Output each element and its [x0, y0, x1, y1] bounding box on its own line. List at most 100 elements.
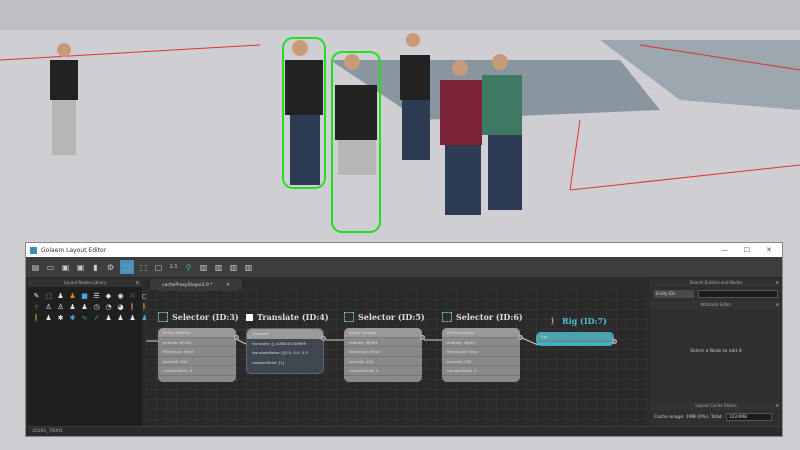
- close-panel-icon[interactable]: ✕: [776, 301, 779, 309]
- node-attribute-row: randomSeed: 0: [442, 366, 520, 376]
- selector-icon: [344, 312, 354, 322]
- close-panel-icon[interactable]: ✕: [136, 279, 139, 287]
- node-attribute-row: filterInput: False: [442, 347, 520, 357]
- frame-all-icon[interactable]: ⬚: [138, 262, 149, 273]
- node-attribute-row: entities: 39001: [442, 338, 520, 347]
- search-type-dropdown[interactable]: Entity IDs: [654, 290, 694, 298]
- node-type-icon[interactable]: ✎: [32, 291, 41, 300]
- node-selector-6[interactable]: Selector (ID:6) Entity Selector entities:…: [442, 311, 523, 382]
- node-graph-canvas[interactable]: cacheProxyShape1 0 * ✕ Selector (ID:3) E…: [146, 279, 648, 426]
- node-type-icon[interactable]: 🚶: [128, 302, 137, 311]
- translate-icon: [246, 313, 253, 321]
- node-rig-7[interactable]: 🚶 Rig (ID:7) Rig: [536, 315, 617, 346]
- save-icon[interactable]: ▣: [60, 262, 71, 273]
- output-port[interactable]: [612, 339, 617, 344]
- save-as-icon[interactable]: ▣: [75, 262, 86, 273]
- search-icon[interactable]: ⚲: [183, 262, 194, 273]
- node-selector-3[interactable]: Selector (ID:3) Entity Selector entities:…: [158, 311, 239, 382]
- node-type-icon[interactable]: ◷: [92, 302, 101, 311]
- node-type-icon[interactable]: ◆: [104, 291, 113, 300]
- node-type-icon[interactable]: ◕: [116, 302, 125, 311]
- node-type-icon[interactable]: ♟: [44, 313, 53, 322]
- window-title: Golaem Layout Editor: [41, 246, 107, 254]
- node-type-icon[interactable]: ☰: [92, 291, 101, 300]
- node-selector-5[interactable]: Selector (ID:5) Entity Selector entities:…: [344, 311, 425, 382]
- node-attribute-row: Selector (ID:6): [456, 312, 523, 322]
- node-type-icon[interactable]: ◉: [116, 291, 125, 300]
- minimize-button[interactable]: —: [721, 246, 728, 254]
- close-panel-icon[interactable]: ✕: [776, 402, 779, 410]
- node-attribute-row: filterInput: False: [158, 347, 236, 357]
- node-type-icon[interactable]: 🚶: [32, 313, 41, 322]
- walking-person-icon: 🚶: [548, 316, 558, 326]
- node-type-icon[interactable]: ♟: [56, 291, 65, 300]
- node-type-icon[interactable]: ♟: [68, 291, 77, 300]
- node-attribute-row: percent: 100: [158, 357, 236, 366]
- settings-gear-icon[interactable]: ⚙: [105, 262, 116, 273]
- delete-icon[interactable]: ▮: [90, 262, 101, 273]
- node-type-icon[interactable]: ◔: [104, 302, 113, 311]
- search-input[interactable]: [698, 290, 778, 298]
- close-panel-icon[interactable]: ✕: [776, 279, 779, 287]
- node-type-icon[interactable]: ■: [80, 291, 89, 300]
- node-attribute-row: Translate: [247, 329, 323, 339]
- cache-total-spinbox[interactable]: 1024MB: [725, 413, 772, 421]
- node-type-icon[interactable]: ♟: [68, 302, 77, 311]
- layout-right-icon[interactable]: ▥: [228, 262, 239, 273]
- layout-left-icon[interactable]: ▥: [198, 262, 209, 273]
- panel-title: Layout Nodes Library: [63, 280, 107, 285]
- node-type-icon[interactable]: ♟: [80, 302, 89, 311]
- node-attribute-row: randomSeed: [1]: [252, 359, 285, 365]
- node-attribute-row: entities: 67001: [158, 338, 236, 347]
- node-translate-4[interactable]: Translate (ID:4) Translate translate: [[-…: [246, 311, 329, 374]
- toolbar: ▤ ▭ ▣ ▣ ▮ ⚙ ⬚ ⬚ ▢ 1:1 ⚲ ▥ ▥ ▥ ▥: [26, 257, 782, 277]
- attribute-editor-title: Attribute Editor: [700, 302, 732, 307]
- node-attribute-row: Entity Selector: [442, 328, 520, 338]
- node-attribute-row: Selector (ID:3): [172, 312, 239, 322]
- node-attribute-row: randomSeed: 0: [344, 366, 422, 376]
- cache-status-title: Layout Cache Status: [695, 403, 737, 408]
- node-type-icon[interactable]: ♙: [44, 302, 53, 311]
- node-library-grid: ✎ ⬚ ♟ ♟ ■ ☰ ◆ ◉ ⁙ ◻ ⁘ ♙ ♙ ♟ ♟ ◷ ◔ ◕ 🚶 🚶 🚶 ♟ ✱ ✱ ∿ ⁄ ♟ ♟ ♟ ♟: [28, 287, 149, 326]
- node-attribute-row: translate: [[-4.88445746999: [252, 340, 306, 346]
- node-type-icon[interactable]: ♙: [56, 302, 65, 311]
- output-port[interactable]: [234, 335, 239, 340]
- node-attribute-row: translateNoise: [[0.0, 0.0, 0.0: [252, 350, 308, 355]
- node-type-icon[interactable]: ♟: [128, 313, 137, 322]
- node-attribute-row: percent: 100: [344, 357, 422, 366]
- node-type-icon[interactable]: ✱: [56, 313, 65, 322]
- layout-center-icon[interactable]: ▥: [213, 262, 224, 273]
- nodes-library-panel: Layout Nodes Library ✕ ✎ ⬚ ♟ ♟ ■ ☰ ◆ ◉ ⁙ ◻ ⁘ ♙ ♙ ♟ ♟ ◷ ◔…: [28, 279, 149, 426]
- node-type-icon[interactable]: ⬚: [44, 291, 53, 300]
- output-port[interactable]: [420, 335, 425, 340]
- select-tool-icon[interactable]: ⬚: [120, 260, 134, 274]
- new-file-icon[interactable]: ▤: [30, 262, 41, 273]
- status-bar: 35001_70001: [26, 426, 782, 436]
- node-type-icon[interactable]: ⁘: [32, 302, 41, 311]
- node-attribute-row: Entity Selector: [158, 328, 236, 338]
- open-folder-icon[interactable]: ▭: [45, 262, 56, 273]
- output-port[interactable]: [518, 335, 523, 340]
- node-attribute-row: percent: 100: [442, 357, 520, 366]
- node-attribute-row: Entity Selector: [344, 328, 422, 338]
- layout-editor-window: Golaem Layout Editor — ☐ ✕ ▤ ▭ ▣ ▣ ▮ ⚙ ⬚ ⬚…: [25, 242, 783, 437]
- frame-selected-icon[interactable]: ▢: [153, 262, 164, 273]
- node-attribute-row: Rig (ID:7): [561, 316, 607, 326]
- app-icon: [30, 246, 37, 254]
- node-type-icon[interactable]: ♟: [116, 313, 125, 322]
- node-type-icon[interactable]: ⁙: [128, 291, 137, 300]
- maximize-button[interactable]: ☐: [744, 246, 750, 254]
- layout-full-icon[interactable]: ▥: [243, 262, 254, 273]
- node-attribute-row: Rig: [536, 332, 614, 342]
- node-type-icon[interactable]: ⁄: [92, 313, 101, 322]
- zoom-reset-button[interactable]: 1:1: [168, 262, 179, 273]
- output-port[interactable]: [321, 336, 326, 341]
- selector-icon: [158, 312, 168, 322]
- node-attribute-row: entities: 39001: [344, 338, 422, 347]
- close-button[interactable]: ✕: [766, 246, 772, 254]
- node-attribute-row: Selector (ID:5): [358, 312, 425, 322]
- node-type-icon[interactable]: ♟: [104, 313, 113, 322]
- node-type-icon[interactable]: ✱: [68, 313, 77, 322]
- search-panel-title: Search Entities and Nodes: [689, 280, 743, 285]
- node-type-icon[interactable]: ∿: [80, 313, 89, 322]
